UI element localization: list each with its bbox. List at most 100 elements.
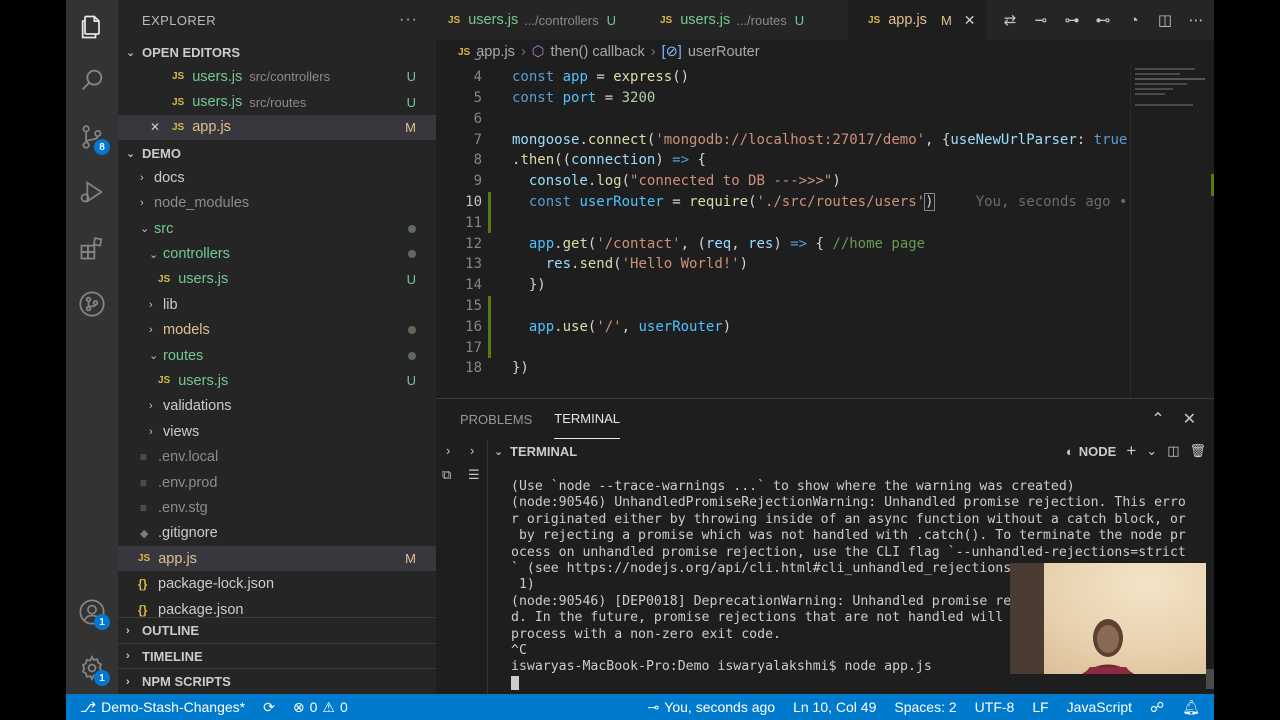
tab-path: .../controllers [524, 12, 599, 28]
close-icon[interactable]: ✕ [150, 120, 172, 134]
terminal-icon[interactable]: ⧉ [442, 467, 451, 483]
tree-label: node_modules [154, 195, 250, 212]
indentation[interactable]: Spaces: 2 [885, 694, 965, 720]
settings-gear-icon[interactable]: 1 [66, 648, 118, 688]
tab-status: M [940, 12, 952, 28]
tree-folder-controllers[interactable]: ⌄ controllers [118, 241, 436, 266]
shell-selector[interactable]: ◐ NODE [1066, 444, 1116, 459]
npm-scripts-section[interactable]: › NPM SCRIPTS [118, 668, 436, 694]
notifications-bell-icon[interactable]: 🔔︎ [1173, 694, 1214, 720]
settings-badge: 1 [94, 670, 110, 686]
more-actions-icon[interactable]: ··· [399, 11, 418, 29]
chevron-right-icon: › [149, 324, 153, 337]
split-terminal-icon[interactable]: ◫ [1167, 443, 1179, 459]
code-line: 9 console.log("connected to DB --->>>") [436, 171, 1130, 192]
compare-icon[interactable]: ⇄ [1000, 10, 1020, 30]
new-terminal-icon[interactable]: + [1126, 441, 1136, 461]
previous-change-icon[interactable]: ⊶ [1062, 10, 1082, 30]
accounts-icon[interactable]: 1 [66, 592, 118, 632]
tree-file-package-lock[interactable]: {} package-lock.json [118, 571, 436, 596]
timeline-section[interactable]: › TIMELINE [118, 642, 436, 669]
tab-terminal[interactable]: TERMINAL [554, 399, 620, 439]
inline-blame: You, seconds ago • [975, 193, 1128, 210]
workspace-section[interactable]: ⌄ DEMO [118, 141, 436, 165]
tree-file-env-local[interactable]: ≡ .env.local [118, 444, 436, 469]
tab-close-icon[interactable]: ✕ [964, 12, 976, 29]
next-change-icon[interactable]: ⊷ [1093, 10, 1113, 30]
tab-controllers-users[interactable]: JS users.js .../controllers U [436, 0, 648, 40]
tree-folder-models[interactable]: › models [118, 318, 436, 343]
line-number: 17 [465, 339, 482, 356]
open-editor-item-active[interactable]: ✕ JS app.js M [118, 114, 436, 141]
open-editors-section[interactable]: ⌄ OPEN EDITORS [118, 40, 436, 64]
trash-icon[interactable]: 🗑 [1189, 443, 1206, 459]
code-line: 14 }) [436, 275, 1130, 296]
tree-folder-node-modules[interactable]: › node_modules [118, 191, 436, 216]
git-graph-icon[interactable] [66, 284, 118, 324]
tree-file-controllers-users[interactable]: JS users.js U [118, 267, 436, 292]
terminal-list-icon[interactable]: ☰ [468, 467, 480, 483]
accounts-badge: 1 [94, 614, 110, 630]
minimap[interactable] [1130, 64, 1214, 398]
chevron-right-icon: › [126, 624, 130, 637]
tab-label: app.js [888, 12, 927, 28]
open-editor-item[interactable]: JS users.js src/routes U [118, 89, 436, 114]
source-control-icon[interactable]: 8 [66, 117, 118, 157]
feedback-icon[interactable]: ☍ [1141, 694, 1173, 720]
branch-indicator[interactable]: ⎇ Demo-Stash-Changes* [66, 694, 254, 720]
js-file-icon: JS [138, 553, 151, 565]
warning-icon: ⚠ [322, 698, 335, 715]
git-added-marker [488, 316, 491, 338]
tree-folder-views[interactable]: › views [118, 419, 436, 444]
chevron-down-icon[interactable]: ⌄ [494, 445, 508, 458]
explorer-icon[interactable] [66, 7, 118, 47]
terminal-line: by rejecting a promise which was not han… [511, 528, 1186, 544]
tree-file-appjs[interactable]: JS app.js M [118, 546, 436, 572]
terminal-sidebar: › › ⧉ ☰ [436, 439, 488, 695]
tree-label: .env.prod [158, 474, 218, 491]
tree-folder-docs[interactable]: › docs [118, 165, 436, 190]
maximize-panel-icon[interactable]: ⌃ [1151, 409, 1164, 429]
tree-file-env-stg[interactable]: ≡ .env.stg [118, 495, 436, 520]
tree-folder-validations[interactable]: › validations [118, 394, 436, 419]
tree-label: lib [163, 296, 178, 313]
cursor-position[interactable]: Ln 10, Col 49 [784, 694, 885, 720]
tab-problems[interactable]: PROBLEMS [460, 399, 532, 439]
end-of-line[interactable]: LF [1023, 694, 1057, 720]
modified-dot [408, 224, 416, 233]
chevron-down-icon: ⌄ [126, 46, 136, 59]
timeline-icon[interactable]: ◔ [1124, 10, 1144, 30]
git-blame-indicator[interactable]: ⊸ You, seconds ago [639, 694, 785, 720]
run-debug-icon[interactable] [66, 172, 118, 212]
git-commit-icon[interactable]: ⊸ [1031, 10, 1051, 30]
chevron-down-icon[interactable]: ⌄ [1146, 443, 1157, 459]
outline-section[interactable]: › OUTLINE [118, 617, 436, 643]
language-mode[interactable]: JavaScript [1058, 694, 1141, 720]
tab-appjs[interactable]: JS app.js M ✕ [848, 0, 986, 40]
split-editor-icon[interactable]: ◫ [1155, 10, 1175, 30]
tree-folder-routes[interactable]: ⌄ routes [118, 343, 436, 368]
sync-icon: ⟳ [263, 698, 275, 715]
tree-folder-lib[interactable]: › lib [118, 292, 436, 317]
line-number: 12 [465, 235, 482, 252]
tree-file-gitignore[interactable]: ◆ .gitignore [118, 521, 436, 546]
line-number: 14 [465, 277, 482, 294]
more-actions-icon[interactable]: ⋯ [1186, 10, 1206, 30]
code-line: 7 mongoose.connect('mongodb://localhost:2… [436, 129, 1130, 150]
extensions-icon[interactable] [66, 228, 118, 268]
chevron-right-icon[interactable]: › [470, 443, 474, 458]
problems-indicator[interactable]: ⊗ 0 ⚠ 0 [284, 694, 357, 720]
search-icon[interactable] [66, 60, 118, 100]
encoding[interactable]: UTF-8 [966, 694, 1024, 720]
tree-file-env-prod[interactable]: ≡ .env.prod [118, 470, 436, 495]
line-number: 5 [473, 89, 482, 106]
open-editor-item[interactable]: JS users.js src/controllers U [118, 64, 436, 89]
close-panel-icon[interactable]: ✕ [1183, 409, 1196, 429]
terminal-scrollbar[interactable] [1206, 669, 1214, 689]
tab-routes-users[interactable]: JS users.js .../routes U [648, 0, 848, 40]
tree-folder-src[interactable]: ⌄ src [118, 216, 436, 241]
tree-file-routes-users[interactable]: JS users.js U [118, 368, 436, 393]
code-editor[interactable]: 3 4 const app = express() 5 const port = 3… [436, 56, 1130, 398]
sync-button[interactable]: ⟳ [254, 694, 284, 720]
chevron-right-icon[interactable]: › [446, 443, 450, 458]
